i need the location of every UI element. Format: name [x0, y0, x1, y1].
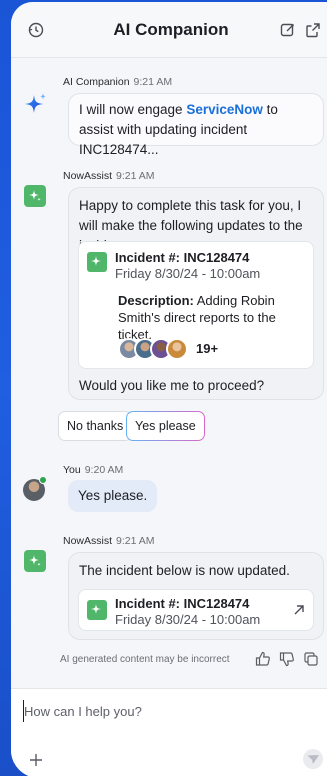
incident-tile-icon: [87, 600, 107, 620]
chat-input[interactable]: [23, 700, 313, 722]
message-sender: NowAssist 9:21 AM: [63, 535, 155, 547]
avatar-count: 19+: [190, 338, 225, 360]
avatar: [166, 338, 188, 360]
message-time: 9:21 AM: [116, 535, 155, 547]
incident-description: Description: Adding Robin Smith's direct…: [118, 292, 308, 343]
message-text: I will now engage: [79, 102, 187, 117]
nowassist-icon: [24, 185, 46, 207]
yes-please-button[interactable]: Yes please: [126, 411, 205, 441]
sender-name: NowAssist: [63, 170, 113, 182]
servicenow-mention[interactable]: ServiceNow: [186, 102, 263, 117]
open-arrow-icon[interactable]: [292, 603, 306, 617]
online-status-dot: [39, 476, 47, 484]
assignee-avatars[interactable]: 19+: [118, 338, 225, 360]
copy-icon[interactable]: [303, 651, 319, 667]
nowassist-message: The incident below is now updated. Incid…: [68, 552, 324, 640]
new-chat-icon[interactable]: [279, 21, 297, 39]
message-sender: AI Companion 9:21 AM: [63, 76, 172, 88]
incident-date: Friday 8/30/24 - 10:00am: [115, 266, 261, 281]
incident-tile-icon: [87, 252, 107, 272]
ai-companion-sparkle-icon: [23, 91, 49, 117]
header: AI Companion: [11, 2, 327, 58]
chat-panel: AI Companion AI Companion 9:21 AM I will…: [11, 2, 327, 776]
incident-card[interactable]: Incident #: INC128474 Friday 8/30/24 - 1…: [78, 589, 314, 631]
send-icon[interactable]: [303, 749, 323, 769]
message-time: 9:20 AM: [84, 464, 124, 476]
message-text: The incident below is now updated.: [79, 563, 290, 578]
message-sender: NowAssist 9:21 AM: [63, 170, 155, 182]
thumbs-down-icon[interactable]: [279, 651, 295, 667]
nowassist-message: Happy to complete this task for you, I w…: [68, 187, 324, 400]
incident-card[interactable]: Incident #: INC128474 Friday 8/30/24 - 1…: [78, 241, 314, 369]
sender-name: You: [63, 464, 81, 476]
message-text: Would you like me to proceed?: [79, 378, 265, 393]
add-icon[interactable]: [29, 753, 43, 767]
pop-out-icon[interactable]: [304, 21, 322, 39]
sender-name: NowAssist: [63, 535, 113, 547]
message-time: 9:21 AM: [116, 170, 155, 182]
no-thanks-button[interactable]: No thanks: [58, 411, 133, 441]
user-message: Yes please.: [68, 480, 158, 512]
ai-companion-message: I will now engage ServiceNow to assist w…: [68, 93, 324, 157]
description-label: Description:: [118, 293, 194, 308]
message-sender: You 9:20 AM: [63, 464, 123, 476]
thumbs-up-icon[interactable]: [255, 651, 271, 667]
nowassist-icon: [24, 550, 46, 572]
composer: [11, 688, 327, 776]
sender-name: AI Companion: [63, 76, 130, 88]
message-time: 9:21 AM: [133, 76, 173, 88]
incident-date: Friday 8/30/24 - 10:00am: [115, 612, 261, 627]
ai-disclaimer: AI generated content may be incorrect: [60, 654, 230, 665]
